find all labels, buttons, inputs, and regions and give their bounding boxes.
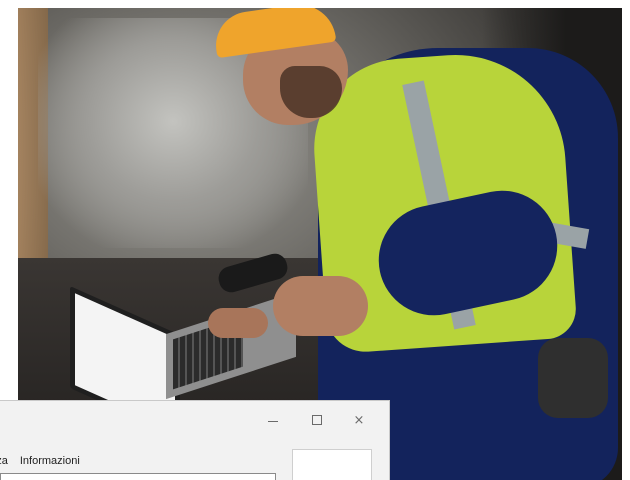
title-bar: × <box>0 401 389 441</box>
menu-bar: enza Informazioni <box>0 451 86 471</box>
menu-item-informazioni[interactable]: Informazioni <box>14 455 86 467</box>
menu-item-enza[interactable]: enza <box>0 455 14 467</box>
worker-hand <box>273 276 368 336</box>
input-field[interactable] <box>0 473 276 480</box>
minimize-icon <box>268 420 278 422</box>
maximize-icon <box>312 415 322 425</box>
maximize-button[interactable] <box>302 409 332 431</box>
worker-hand <box>208 308 268 338</box>
app-window: × enza Informazioni <box>0 400 390 480</box>
minimize-button[interactable] <box>258 409 288 431</box>
close-button[interactable]: × <box>344 409 374 431</box>
close-icon: × <box>353 412 365 428</box>
side-panel-box[interactable] <box>292 449 372 480</box>
work-glove <box>538 338 608 418</box>
